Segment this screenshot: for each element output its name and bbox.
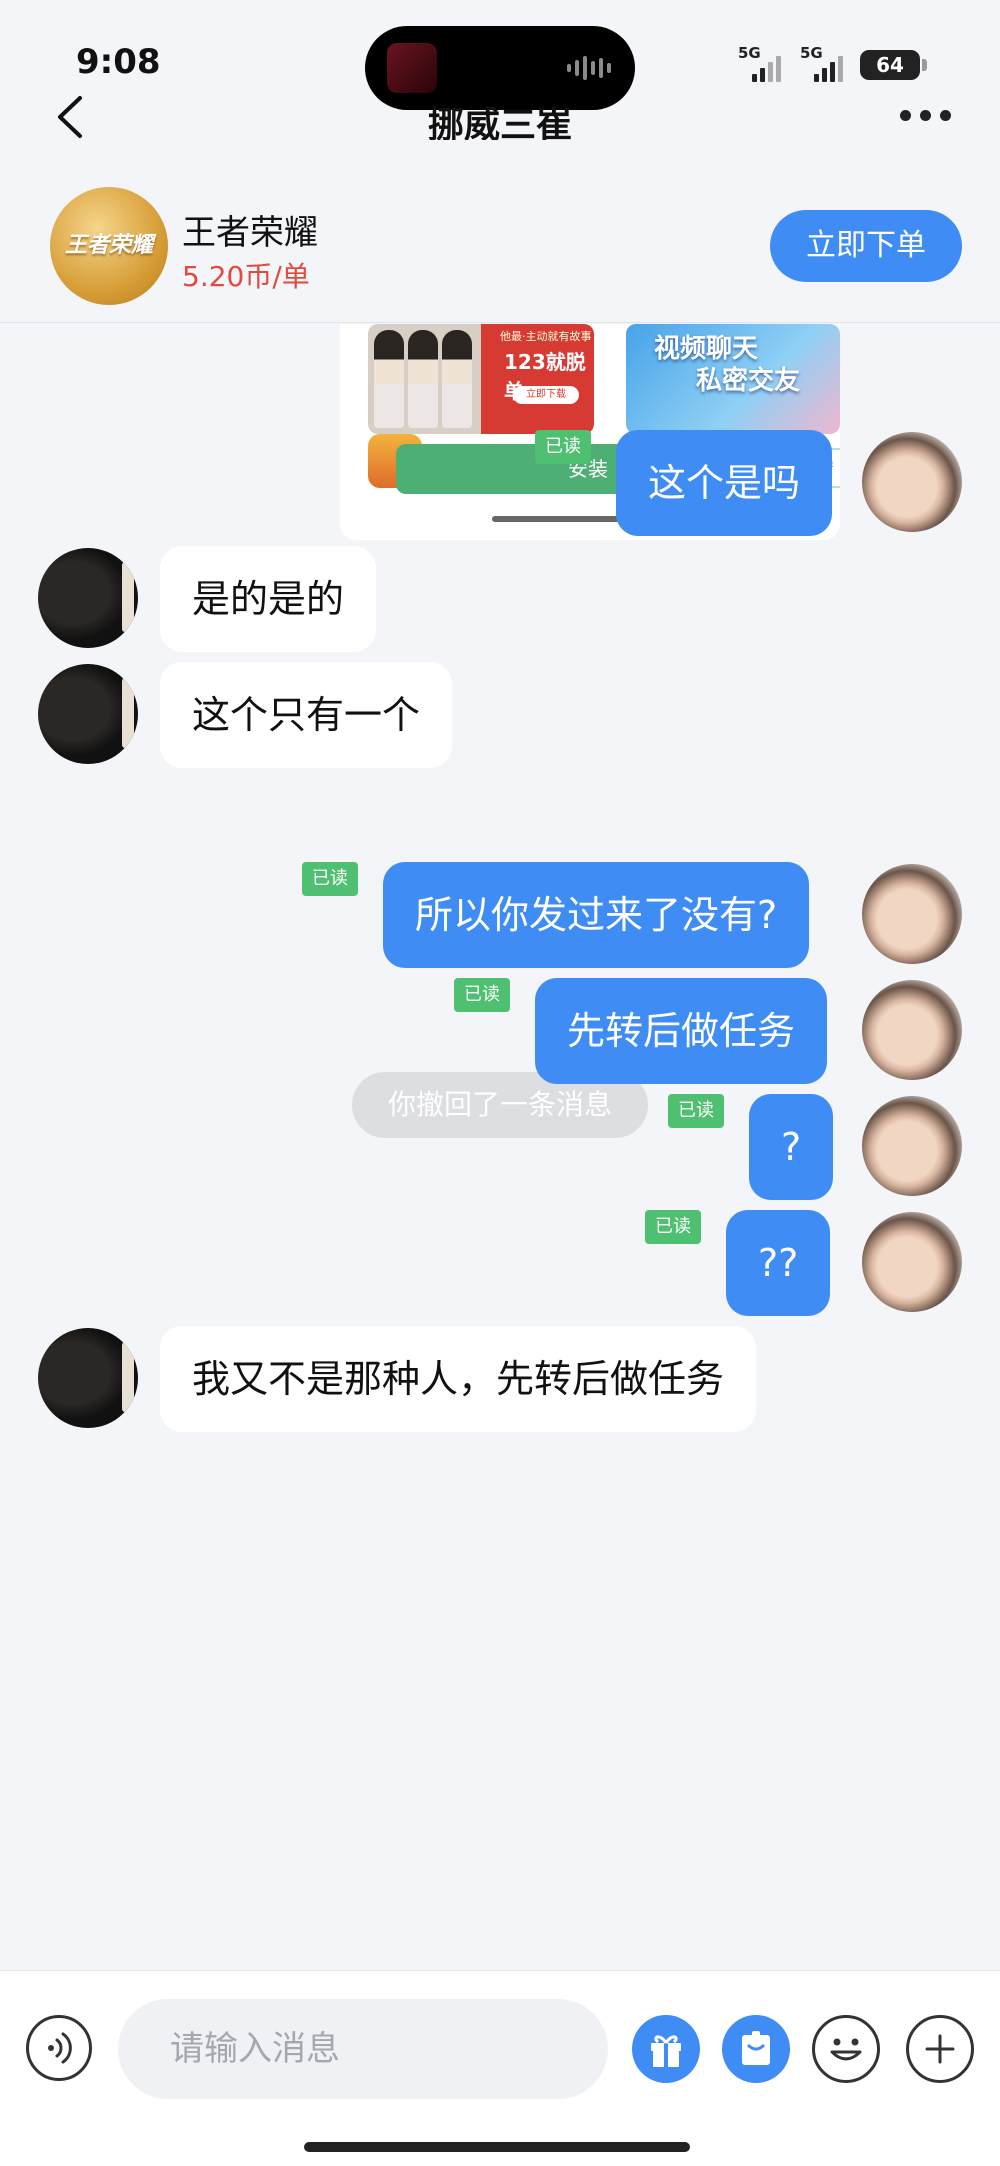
coupon-icon: [742, 2031, 770, 2065]
message-row-received: 是的是的: [0, 546, 1000, 656]
ad-video-subtitle: 私密交友: [696, 366, 801, 396]
my-avatar[interactable]: [862, 1212, 962, 1312]
emoji-button[interactable]: [812, 2015, 880, 2083]
more-dot-icon: [920, 110, 931, 121]
my-avatar[interactable]: [862, 980, 962, 1080]
contact-avatar[interactable]: [38, 1328, 138, 1428]
message-row-sent: 已读 先转后做任务: [0, 978, 1000, 1088]
message-input-bar: [0, 1970, 1000, 2166]
service-price: 5.20币/单: [182, 260, 310, 293]
voice-icon: [48, 2032, 72, 2064]
cellular-signal-icon-2: 5G: [800, 44, 860, 82]
more-dot-icon: [940, 110, 951, 121]
audio-waveform-icon: [567, 56, 611, 80]
message-row-sent: 已读 所以你发过来了没有?: [0, 862, 1000, 972]
message-row-sent: 已读 ??: [0, 1210, 1000, 1320]
message-row-received: 我又不是那种人，先转后做任务: [0, 1326, 1000, 1436]
game-logo-text: 王者荣耀: [64, 233, 153, 258]
status-time: 9:08: [76, 42, 161, 82]
message-bubble-received[interactable]: 是的是的: [160, 546, 377, 652]
read-receipt-badge: 已读: [645, 1210, 701, 1244]
message-bubble-sent[interactable]: 这个是吗: [616, 430, 833, 536]
gift-icon: [651, 2035, 681, 2067]
message-bubble-sent[interactable]: 所以你发过来了没有?: [383, 862, 810, 968]
ad-download-button[interactable]: 立即下载: [513, 386, 579, 404]
read-receipt-badge: 已读: [535, 430, 591, 464]
now-playing-artwork: [387, 43, 437, 93]
ad-caption: 他最·主动就有故事: [500, 330, 592, 343]
my-avatar[interactable]: [862, 432, 962, 532]
more-dot-icon: [900, 110, 911, 121]
message-bubble-received[interactable]: 这个只有一个: [160, 662, 453, 768]
smiley-icon: [830, 2038, 862, 2061]
my-avatar[interactable]: [862, 864, 962, 964]
coupon-button[interactable]: [722, 2015, 790, 2083]
home-indicator[interactable]: [304, 2142, 690, 2152]
battery-tip: [922, 59, 927, 71]
message-input[interactable]: [118, 1999, 608, 2099]
ad-banner-dating[interactable]: 他最·主动就有故事 123就脱单 立即下载: [368, 324, 594, 434]
gift-button[interactable]: [632, 2015, 700, 2083]
more-options-button[interactable]: [900, 110, 951, 121]
message-bubble-sent[interactable]: ??: [726, 1210, 831, 1316]
ad-people-image: [374, 330, 472, 428]
back-button[interactable]: [52, 92, 92, 142]
chat-message-list[interactable]: 他最·主动就有故事 123就脱单 立即下载 视频聊天 私密交友 安装 安 已读 …: [0, 324, 1000, 1970]
contact-avatar[interactable]: [38, 548, 138, 648]
ad-banner-video-chat[interactable]: 视频聊天 私密交友: [626, 324, 840, 434]
message-bubble-sent[interactable]: ?: [749, 1094, 834, 1200]
page-title: 挪威三崔: [427, 105, 572, 140]
message-row-sent: 已读 ?: [0, 1094, 1000, 1204]
status-bar: 9:08 5G 5G 64: [0, 0, 1000, 110]
game-logo: 王者荣耀: [50, 187, 168, 305]
battery-icon: 64: [860, 50, 920, 80]
read-receipt-badge: 已读: [454, 978, 510, 1012]
service-name: 王者荣耀: [182, 213, 318, 253]
read-receipt-badge: 已读: [302, 862, 358, 896]
message-bubble-received[interactable]: 我又不是那种人，先转后做任务: [160, 1326, 757, 1432]
order-now-button[interactable]: 立即下单: [770, 210, 962, 282]
voice-input-button[interactable]: [26, 2015, 92, 2081]
read-receipt-badge: 已读: [668, 1094, 724, 1128]
message-row-sent: 已读 这个是吗: [0, 430, 1000, 540]
contact-avatar[interactable]: [38, 664, 138, 764]
service-header: 王者荣耀 王者荣耀 5.20币/单 立即下单: [0, 175, 1000, 323]
plus-icon: [925, 2034, 955, 2064]
more-actions-button[interactable]: [906, 2015, 974, 2083]
chevron-left-icon: [58, 96, 82, 138]
my-avatar[interactable]: [862, 1096, 962, 1196]
message-row-received: 这个只有一个: [0, 662, 1000, 772]
message-bubble-sent[interactable]: 先转后做任务: [535, 978, 828, 1084]
cellular-signal-icon: 5G: [738, 44, 798, 82]
